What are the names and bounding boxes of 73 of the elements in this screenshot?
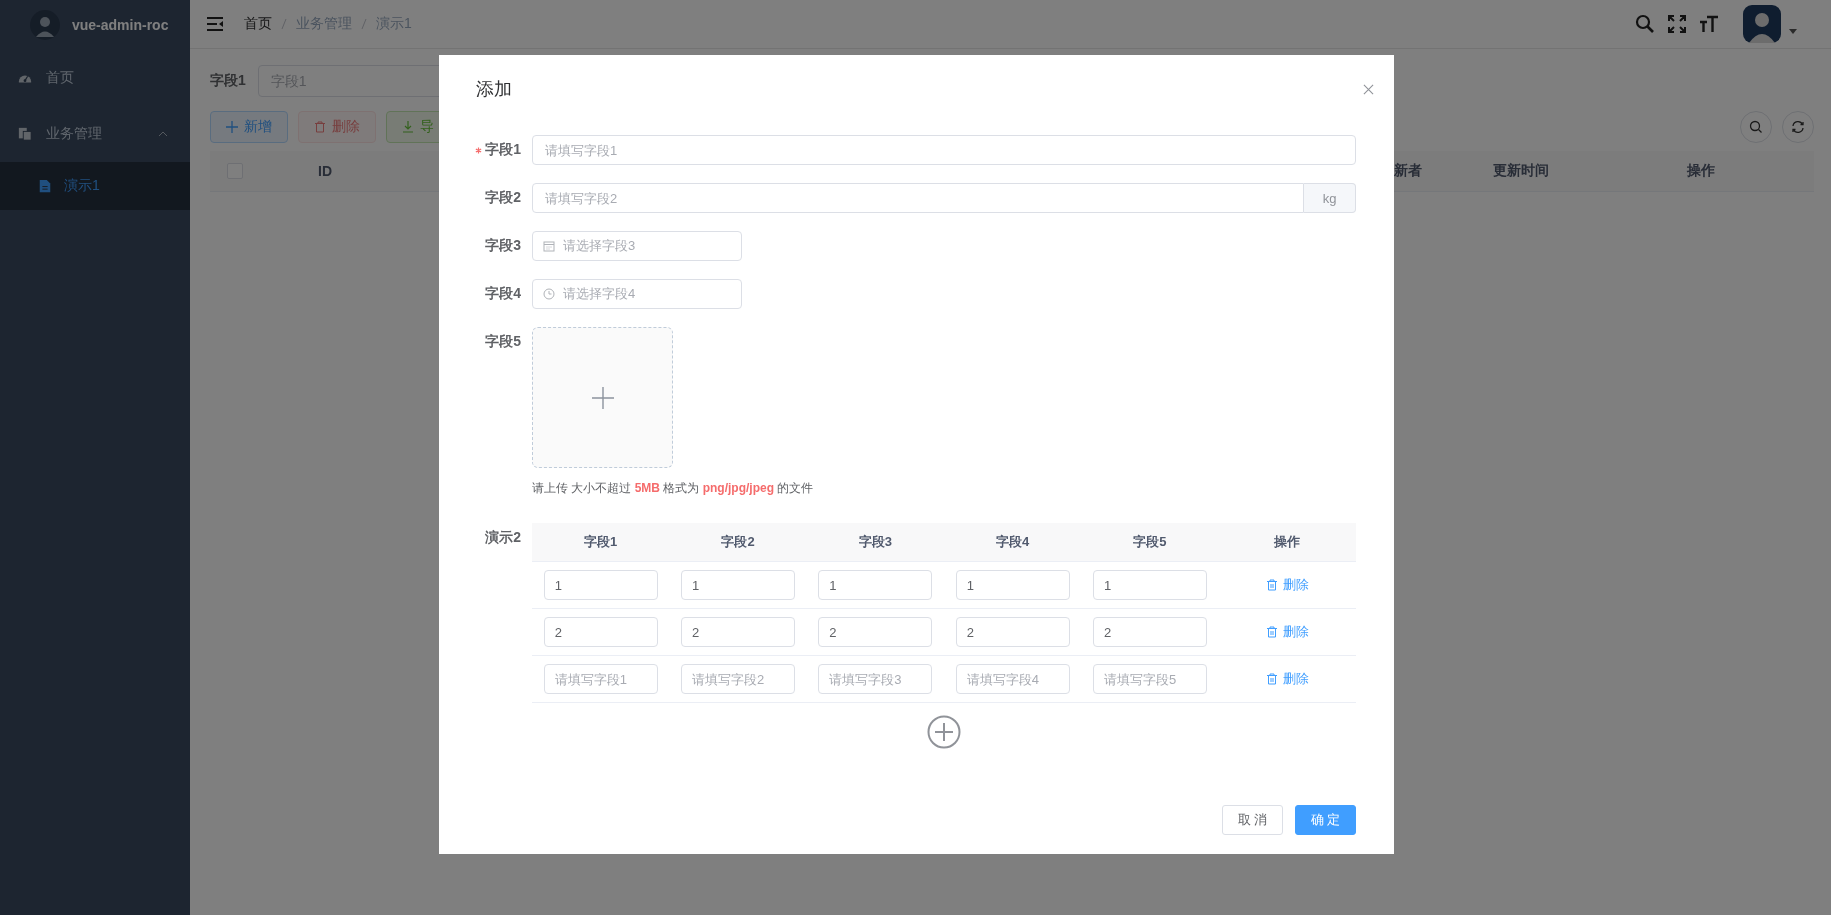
field-label: 演示2: [485, 529, 521, 547]
input-field[interactable]: 请填写字段1: [532, 135, 1356, 165]
input-field[interactable]: 1: [543, 570, 658, 600]
column-header: 字段3: [857, 533, 893, 551]
avatar-icon[interactable]: [1743, 5, 1781, 43]
upload-hint: 请上传 大小不超过 5MB 格式为 png/jpg/jpeg 的文件: [532, 480, 814, 497]
menu-item[interactable]: 首页: [0, 50, 190, 106]
confirm-button[interactable]: 确 定: [1295, 805, 1356, 835]
menu-item[interactable]: 业务管理: [0, 106, 190, 162]
cancel-button[interactable]: 取 消: [1222, 805, 1283, 835]
field-label: 字段3: [485, 237, 521, 255]
search-icon: [1749, 120, 1763, 134]
download-icon: [402, 121, 414, 133]
breadcrumb-separator-icon: [361, 18, 367, 30]
column-header: ID: [317, 163, 333, 179]
caret-icon[interactable]: [1789, 28, 1797, 34]
time-picker[interactable]: 请选择字段4: [532, 279, 742, 309]
input-field[interactable]: 请填写字段4: [955, 664, 1070, 694]
column-header: 字段1: [583, 533, 619, 551]
input-field[interactable]: 2: [955, 617, 1070, 647]
input-field[interactable]: 1: [681, 570, 795, 600]
trash-icon: [1265, 673, 1278, 685]
add-row-icon[interactable]: [927, 715, 961, 749]
avatar-icon: [30, 10, 60, 40]
delete-link[interactable]: 删除: [1265, 623, 1309, 641]
field-label: 字段1: [485, 141, 521, 159]
search-icon[interactable]: [1635, 14, 1655, 34]
app-title: vue-admin-roc: [72, 17, 169, 33]
field-label: 字段2: [485, 189, 521, 207]
column-header: 字段5: [1132, 533, 1168, 551]
column-header: 字段4: [995, 533, 1031, 551]
unit-addon: kg: [1304, 183, 1356, 213]
breadcrumb-separator-icon: [281, 18, 287, 30]
input-field[interactable]: 请填写字段3: [818, 664, 933, 694]
clock-icon: [543, 288, 555, 300]
column-header: 新者: [1394, 162, 1423, 180]
column-header: 字段2: [720, 533, 756, 551]
date-picker[interactable]: 请选择字段3: [532, 231, 742, 261]
input-field[interactable]: 2: [681, 617, 795, 647]
calendar-icon: [543, 240, 555, 252]
input-field[interactable]: 2: [818, 617, 933, 647]
input-field[interactable]: 请填写字段5: [1092, 664, 1207, 694]
search-button[interactable]: [1740, 111, 1772, 143]
input-field[interactable]: 1: [955, 570, 1070, 600]
document-icon: [38, 179, 52, 193]
input-field[interactable]: 请填写字段1: [543, 664, 658, 694]
menu-toggle-icon[interactable]: [207, 17, 223, 31]
field-label: 字段4: [485, 285, 521, 303]
breadcrumb-item[interactable]: 首页: [244, 15, 272, 33]
input-field[interactable]: 请填写字段2: [681, 664, 795, 694]
column-header: 操作: [1273, 533, 1302, 551]
column-header: 操作: [1686, 162, 1716, 180]
trash-icon: [1265, 626, 1278, 638]
input-field[interactable]: 请填写字段2: [532, 183, 1304, 213]
close-icon[interactable]: [1363, 83, 1374, 95]
refresh-icon: [1791, 120, 1805, 134]
trash-icon: [314, 121, 326, 133]
column-header: 更新时间: [1492, 162, 1550, 180]
search-label: 字段1: [210, 72, 246, 90]
delete-link[interactable]: 删除: [1265, 576, 1309, 594]
documents-icon: [18, 127, 32, 141]
input-field[interactable]: 1: [818, 570, 933, 600]
input-field[interactable]: 2: [543, 617, 658, 647]
font-size-icon[interactable]: [1699, 14, 1719, 34]
plus-icon: [590, 385, 615, 410]
refresh-button[interactable]: [1782, 111, 1814, 143]
input-field[interactable]: 1: [1092, 570, 1207, 600]
delete-link[interactable]: 删除: [1265, 670, 1309, 688]
field-label: 字段5: [485, 333, 521, 351]
trash-icon: [1265, 579, 1278, 591]
plus-icon: [226, 121, 238, 133]
input-field[interactable]: 2: [1092, 617, 1207, 647]
fullscreen-icon[interactable]: [1667, 14, 1687, 34]
